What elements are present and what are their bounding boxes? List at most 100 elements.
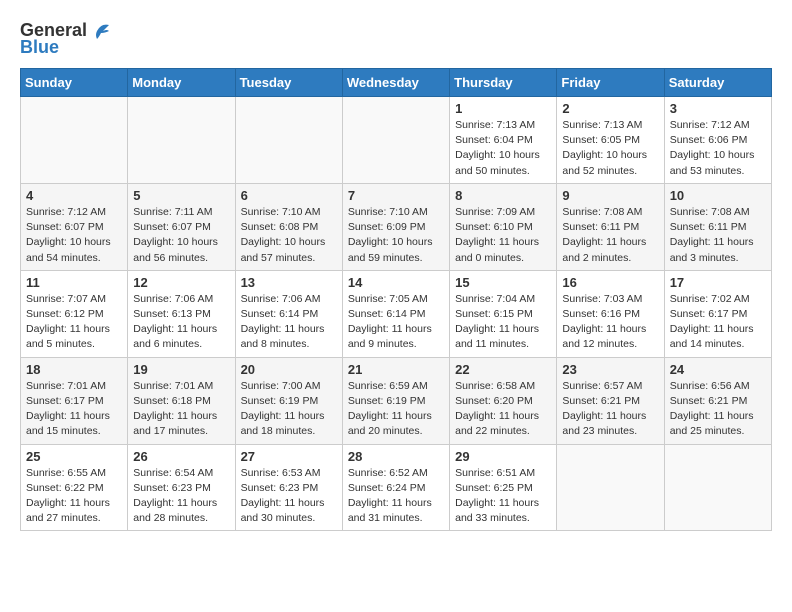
calendar-day-cell: 13 Sunrise: 7:06 AM Sunset: 6:14 PM Dayli…	[235, 270, 342, 357]
day-info: Sunrise: 6:51 AM Sunset: 6:25 PM Dayligh…	[455, 466, 551, 527]
day-number: 11	[26, 275, 122, 290]
calendar-day-cell: 23 Sunrise: 6:57 AM Sunset: 6:21 PM Dayli…	[557, 357, 664, 444]
day-number: 21	[348, 362, 444, 377]
calendar-day-cell: 18 Sunrise: 7:01 AM Sunset: 6:17 PM Dayli…	[21, 357, 128, 444]
day-info: Sunrise: 7:06 AM Sunset: 6:13 PM Dayligh…	[133, 292, 229, 353]
day-number: 16	[562, 275, 658, 290]
day-info: Sunrise: 6:58 AM Sunset: 6:20 PM Dayligh…	[455, 379, 551, 440]
logo: General Blue	[20, 20, 111, 58]
day-info: Sunrise: 7:11 AM Sunset: 6:07 PM Dayligh…	[133, 205, 229, 266]
calendar-day-cell: 11 Sunrise: 7:07 AM Sunset: 6:12 PM Dayli…	[21, 270, 128, 357]
calendar-day-cell: 29 Sunrise: 6:51 AM Sunset: 6:25 PM Dayli…	[450, 444, 557, 531]
day-number: 9	[562, 188, 658, 203]
calendar-day-cell	[128, 97, 235, 184]
calendar-day-cell: 14 Sunrise: 7:05 AM Sunset: 6:14 PM Dayli…	[342, 270, 449, 357]
calendar-day-cell: 15 Sunrise: 7:04 AM Sunset: 6:15 PM Dayli…	[450, 270, 557, 357]
day-number: 3	[670, 101, 766, 116]
calendar-day-cell: 12 Sunrise: 7:06 AM Sunset: 6:13 PM Dayli…	[128, 270, 235, 357]
calendar-day-header: Tuesday	[235, 69, 342, 97]
day-info: Sunrise: 7:12 AM Sunset: 6:06 PM Dayligh…	[670, 118, 766, 179]
calendar-day-cell	[557, 444, 664, 531]
day-number: 7	[348, 188, 444, 203]
day-info: Sunrise: 7:10 AM Sunset: 6:09 PM Dayligh…	[348, 205, 444, 266]
day-info: Sunrise: 7:03 AM Sunset: 6:16 PM Dayligh…	[562, 292, 658, 353]
day-number: 1	[455, 101, 551, 116]
day-info: Sunrise: 6:53 AM Sunset: 6:23 PM Dayligh…	[241, 466, 337, 527]
day-info: Sunrise: 7:08 AM Sunset: 6:11 PM Dayligh…	[562, 205, 658, 266]
day-number: 13	[241, 275, 337, 290]
day-info: Sunrise: 6:55 AM Sunset: 6:22 PM Dayligh…	[26, 466, 122, 527]
day-number: 2	[562, 101, 658, 116]
day-number: 12	[133, 275, 229, 290]
day-info: Sunrise: 7:06 AM Sunset: 6:14 PM Dayligh…	[241, 292, 337, 353]
day-number: 28	[348, 449, 444, 464]
day-number: 15	[455, 275, 551, 290]
day-number: 19	[133, 362, 229, 377]
calendar-day-header: Friday	[557, 69, 664, 97]
calendar-day-header: Monday	[128, 69, 235, 97]
day-number: 23	[562, 362, 658, 377]
day-info: Sunrise: 7:07 AM Sunset: 6:12 PM Dayligh…	[26, 292, 122, 353]
calendar-day-cell: 1 Sunrise: 7:13 AM Sunset: 6:04 PM Daylig…	[450, 97, 557, 184]
calendar-week-row: 25 Sunrise: 6:55 AM Sunset: 6:22 PM Dayli…	[21, 444, 772, 531]
day-info: Sunrise: 7:05 AM Sunset: 6:14 PM Dayligh…	[348, 292, 444, 353]
calendar-day-cell	[342, 97, 449, 184]
day-info: Sunrise: 7:10 AM Sunset: 6:08 PM Dayligh…	[241, 205, 337, 266]
day-info: Sunrise: 6:59 AM Sunset: 6:19 PM Dayligh…	[348, 379, 444, 440]
calendar-day-cell: 22 Sunrise: 6:58 AM Sunset: 6:20 PM Dayli…	[450, 357, 557, 444]
day-info: Sunrise: 7:01 AM Sunset: 6:17 PM Dayligh…	[26, 379, 122, 440]
day-number: 27	[241, 449, 337, 464]
day-info: Sunrise: 7:13 AM Sunset: 6:05 PM Dayligh…	[562, 118, 658, 179]
calendar-day-cell: 3 Sunrise: 7:12 AM Sunset: 6:06 PM Daylig…	[664, 97, 771, 184]
calendar-week-row: 4 Sunrise: 7:12 AM Sunset: 6:07 PM Daylig…	[21, 183, 772, 270]
day-info: Sunrise: 7:02 AM Sunset: 6:17 PM Dayligh…	[670, 292, 766, 353]
day-number: 20	[241, 362, 337, 377]
day-info: Sunrise: 6:52 AM Sunset: 6:24 PM Dayligh…	[348, 466, 444, 527]
day-number: 29	[455, 449, 551, 464]
day-info: Sunrise: 7:01 AM Sunset: 6:18 PM Dayligh…	[133, 379, 229, 440]
calendar-day-cell: 16 Sunrise: 7:03 AM Sunset: 6:16 PM Dayli…	[557, 270, 664, 357]
calendar-day-cell: 6 Sunrise: 7:10 AM Sunset: 6:08 PM Daylig…	[235, 183, 342, 270]
day-number: 26	[133, 449, 229, 464]
day-number: 4	[26, 188, 122, 203]
calendar-day-header: Wednesday	[342, 69, 449, 97]
day-number: 6	[241, 188, 337, 203]
calendar-day-header: Sunday	[21, 69, 128, 97]
day-number: 25	[26, 449, 122, 464]
day-info: Sunrise: 7:12 AM Sunset: 6:07 PM Dayligh…	[26, 205, 122, 266]
calendar-week-row: 18 Sunrise: 7:01 AM Sunset: 6:17 PM Dayli…	[21, 357, 772, 444]
calendar-day-cell: 8Sunrise: 7:09 AM Sunset: 6:10 PM Daylig…	[450, 183, 557, 270]
calendar-header-row: SundayMondayTuesdayWednesdayThursdayFrid…	[21, 69, 772, 97]
calendar-day-cell: 25 Sunrise: 6:55 AM Sunset: 6:22 PM Dayli…	[21, 444, 128, 531]
calendar-table: SundayMondayTuesdayWednesdayThursdayFrid…	[20, 68, 772, 531]
logo-blue-text: Blue	[20, 37, 59, 58]
day-number: 22	[455, 362, 551, 377]
day-info: Sunrise: 7:04 AM Sunset: 6:15 PM Dayligh…	[455, 292, 551, 353]
day-info: Sunrise: 7:08 AM Sunset: 6:11 PM Dayligh…	[670, 205, 766, 266]
day-number: 24	[670, 362, 766, 377]
calendar-day-cell: 28 Sunrise: 6:52 AM Sunset: 6:24 PM Dayli…	[342, 444, 449, 531]
calendar-day-cell: 17 Sunrise: 7:02 AM Sunset: 6:17 PM Dayli…	[664, 270, 771, 357]
day-info: Sunrise: 6:56 AM Sunset: 6:21 PM Dayligh…	[670, 379, 766, 440]
calendar-day-header: Thursday	[450, 69, 557, 97]
calendar-day-cell: 21 Sunrise: 6:59 AM Sunset: 6:19 PM Dayli…	[342, 357, 449, 444]
calendar-day-cell	[235, 97, 342, 184]
day-info: Sunrise: 6:57 AM Sunset: 6:21 PM Dayligh…	[562, 379, 658, 440]
day-info: Sunrise: 7:13 AM Sunset: 6:04 PM Dayligh…	[455, 118, 551, 179]
day-info: Sunrise: 7:00 AM Sunset: 6:19 PM Dayligh…	[241, 379, 337, 440]
day-number: 14	[348, 275, 444, 290]
day-info: Sunrise: 7:09 AM Sunset: 6:10 PM Dayligh…	[455, 205, 551, 266]
calendar-day-cell: 5 Sunrise: 7:11 AM Sunset: 6:07 PM Daylig…	[128, 183, 235, 270]
calendar-day-cell: 27 Sunrise: 6:53 AM Sunset: 6:23 PM Dayli…	[235, 444, 342, 531]
page-header: General Blue	[20, 20, 772, 58]
calendar-day-cell: 7 Sunrise: 7:10 AM Sunset: 6:09 PM Daylig…	[342, 183, 449, 270]
day-number: 17	[670, 275, 766, 290]
day-number: 5	[133, 188, 229, 203]
calendar-day-cell: 9 Sunrise: 7:08 AM Sunset: 6:11 PM Daylig…	[557, 183, 664, 270]
day-number: 18	[26, 362, 122, 377]
logo-bird-icon	[89, 21, 111, 41]
calendar-day-cell: 10 Sunrise: 7:08 AM Sunset: 6:11 PM Dayli…	[664, 183, 771, 270]
day-number: 10	[670, 188, 766, 203]
calendar-week-row: 11 Sunrise: 7:07 AM Sunset: 6:12 PM Dayli…	[21, 270, 772, 357]
calendar-day-cell: 26Sunrise: 6:54 AM Sunset: 6:23 PM Dayli…	[128, 444, 235, 531]
